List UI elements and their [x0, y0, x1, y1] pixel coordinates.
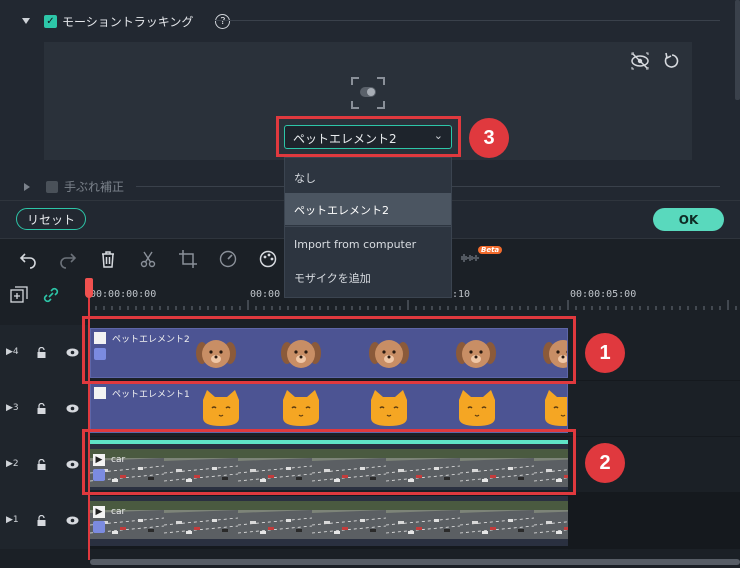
ruler-time-label: :10 — [452, 289, 471, 300]
eye-icon[interactable] — [66, 460, 79, 469]
track-header: ▶4 — [0, 325, 88, 381]
track-number: ▶4 — [6, 347, 19, 357]
lock-icon[interactable] — [37, 347, 46, 358]
link-clip-icon — [93, 521, 105, 533]
video-frame-thumbnail — [534, 501, 568, 539]
ruler-time-label: 00:00:00:00 — [90, 289, 157, 300]
highlight-box-track2 — [82, 429, 576, 495]
panel-scrollbar[interactable] — [735, 0, 740, 100]
ruler-ticks — [88, 300, 737, 310]
clip-label: car — [111, 507, 126, 517]
ruler-time-label: 00:00:05:00 — [570, 289, 637, 300]
video-frame-thumbnail — [238, 501, 312, 539]
video-frame-thumbnail — [164, 501, 238, 539]
collapse-triangle-icon[interactable] — [22, 18, 30, 24]
dropdown-item-add-mosaic[interactable]: モザイクを追加 — [285, 261, 451, 293]
redo-icon[interactable] — [58, 249, 78, 269]
highlight-box-track4 — [82, 316, 576, 384]
divider — [215, 20, 720, 21]
playhead-handle[interactable] — [85, 278, 93, 298]
delete-icon[interactable] — [98, 249, 118, 269]
cut-icon[interactable] — [138, 249, 158, 269]
reset-button[interactable]: リセット — [16, 208, 86, 230]
stabilization-checkbox[interactable] — [46, 180, 58, 193]
undo-icon[interactable] — [18, 249, 38, 269]
timeline-horizontal-scrollbar[interactable] — [90, 559, 740, 565]
beta-badge: Beta — [478, 246, 503, 254]
play-clip-icon: ▶ — [93, 506, 105, 518]
element-select-value: ペットエレメント2 — [293, 132, 397, 146]
add-track-icon[interactable] — [10, 286, 28, 304]
video-clip[interactable]: ▶ car — [90, 496, 568, 546]
video-frame-thumbnail — [460, 501, 534, 539]
ruler-time-label: 00:00 — [250, 289, 281, 300]
annotation-badge-3: 3 — [469, 118, 509, 158]
motion-tracking-row[interactable]: ✓ モーショントラッキング ? — [22, 10, 231, 32]
ok-button[interactable]: OK — [653, 208, 724, 231]
eye-icon[interactable] — [66, 516, 79, 525]
dropdown-item-import[interactable]: Import from computer — [285, 229, 451, 261]
track-header: ▶1 — [0, 493, 88, 549]
video-frame-thumbnail — [312, 501, 386, 539]
element-clip[interactable]: ペットエレメント1 — [90, 383, 568, 433]
lock-icon[interactable] — [37, 459, 46, 470]
cat-face-icon — [459, 390, 495, 426]
element-clip-icon — [94, 387, 106, 399]
audio-waveform-icon[interactable] — [459, 253, 479, 263]
dropdown-item-pet-element-2[interactable]: ペットエレメント2 — [285, 193, 451, 225]
dropdown-item-none[interactable]: なし — [285, 161, 451, 193]
dropdown-divider — [285, 226, 451, 227]
tracking-target-icon — [351, 77, 385, 109]
track-header: ▶2 — [0, 437, 88, 493]
help-icon[interactable]: ? — [215, 13, 231, 29]
hide-eye-icon[interactable] — [630, 52, 650, 70]
video-frame-thumbnail — [386, 501, 460, 539]
cat-face-icon — [545, 390, 567, 426]
element-dropdown-menu: なし ペットエレメント2 Import from computer モザイクを追… — [284, 157, 452, 298]
color-icon[interactable] — [258, 249, 278, 269]
editor-window: ✓ モーショントラッキング ? ペットエレメント2 ⌄ 3 手ぶれ補正 リセット… — [0, 0, 740, 568]
annotation-badge-2: 2 — [585, 443, 625, 483]
stabilization-label: 手ぶれ補正 — [64, 180, 125, 194]
track-number: ▶2 — [6, 459, 19, 469]
track-number: ▶3 — [6, 403, 19, 413]
stabilization-row[interactable]: 手ぶれ補正 — [24, 178, 124, 195]
eye-icon[interactable] — [66, 404, 79, 413]
cat-face-icon — [203, 390, 239, 426]
crop-icon[interactable] — [178, 249, 198, 269]
chevron-down-icon: ⌄ — [433, 129, 443, 142]
cat-face-icon — [283, 390, 319, 426]
expand-triangle-icon[interactable] — [24, 182, 30, 191]
annotation-badge-1: 1 — [585, 333, 625, 373]
cat-face-icon — [371, 390, 407, 426]
link-icon[interactable] — [42, 286, 60, 304]
track-number: ▶1 — [6, 515, 19, 525]
lock-icon[interactable] — [37, 515, 46, 526]
eye-icon[interactable] — [66, 348, 79, 357]
track-header: ▶3 — [0, 381, 88, 437]
reset-icon[interactable] — [663, 52, 681, 70]
clip-label: ペットエレメント1 — [112, 390, 190, 400]
motion-tracking-checkbox[interactable]: ✓ — [44, 14, 57, 28]
speed-icon[interactable] — [218, 249, 238, 269]
track-1: ▶1 ▶ car — [0, 493, 740, 549]
motion-tracking-label: モーショントラッキング — [62, 14, 194, 29]
lock-icon[interactable] — [37, 403, 46, 414]
element-select[interactable]: ペットエレメント2 ⌄ — [284, 125, 452, 149]
